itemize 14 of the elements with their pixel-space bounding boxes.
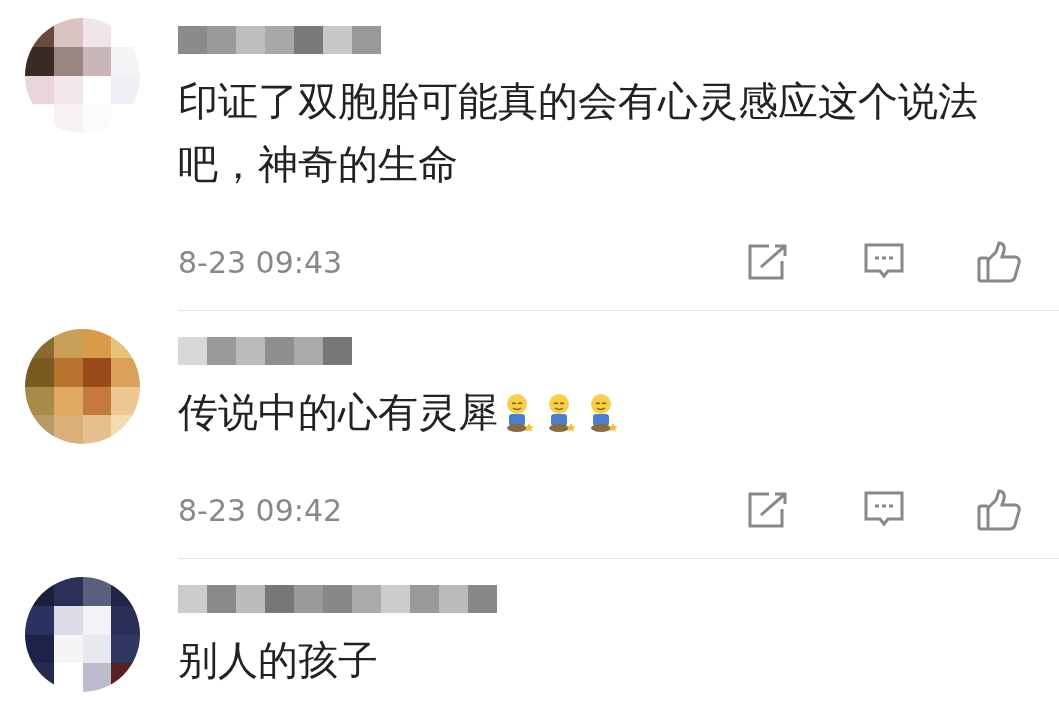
comment-text: 别人的孩子 (178, 636, 378, 685)
comment-text: 印证了双胞胎可能真的会有心灵感应这个说法吧，神奇的生命 (178, 77, 979, 189)
thumbs-up-icon (977, 488, 1023, 532)
thumbs-up-icon (977, 240, 1023, 284)
comment-time: 8-23 09:43 (178, 244, 344, 280)
like-button[interactable] (977, 487, 1023, 533)
smiling-emoji-icon (504, 392, 534, 433)
smiling-emoji-icon (546, 392, 576, 433)
smiling-emoji-icon (588, 392, 618, 433)
comment-text: 传说中的心有灵犀 (178, 388, 498, 437)
like-button[interactable] (977, 239, 1023, 285)
comment-time: 8-23 09:42 (178, 492, 344, 528)
share-icon (747, 491, 789, 529)
share-icon (747, 243, 789, 281)
